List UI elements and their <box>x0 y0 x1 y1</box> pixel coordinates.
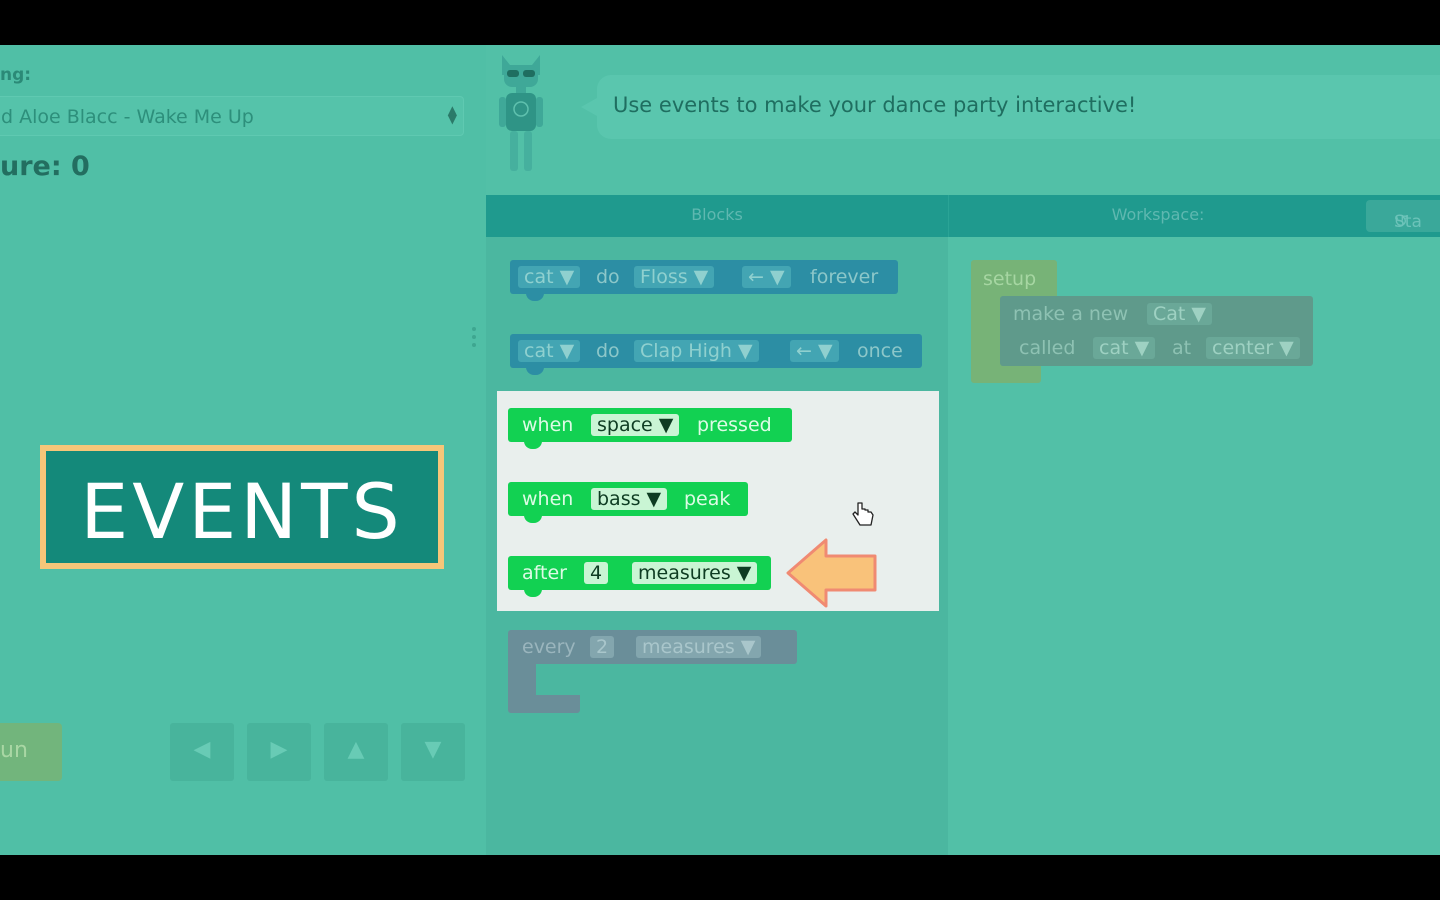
every-block-side <box>508 662 536 698</box>
location-dropdown[interactable]: center ▼ <box>1206 337 1300 359</box>
up-arrow-button[interactable]: ▲ <box>324 723 388 781</box>
direction-dropdown[interactable]: ← ▼ <box>742 266 791 288</box>
left-arrow-icon: ◀ <box>193 737 211 762</box>
speech-bubble: Use events to make your dance party inte… <box>597 75 1440 139</box>
block-text: after <box>522 562 567 584</box>
sprite-dropdown[interactable]: cat ▼ <box>518 266 581 288</box>
block-text: forever <box>810 266 879 288</box>
block-text: make a new <box>1013 303 1129 325</box>
block-text: called <box>1019 337 1076 359</box>
right-arrow-button[interactable]: ▶ <box>247 723 311 781</box>
song-select-value: d Aloe Blacc - Wake Me Up <box>1 106 254 128</box>
block-text: do <box>596 340 620 362</box>
measures-number-input[interactable]: 4 <box>584 562 609 584</box>
peak-dropdown[interactable]: bass ▼ <box>591 488 668 510</box>
after-measures-block[interactable]: after 4 measures ▼ <box>508 556 771 597</box>
measures-dropdown[interactable]: measures ▼ <box>636 636 762 658</box>
every-measures-block[interactable]: every 2 measures ▼ <box>508 630 797 664</box>
setup-label: setup <box>983 268 1037 290</box>
letterbox-top <box>0 0 1440 45</box>
setup-block[interactable]: setup <box>971 260 1057 300</box>
down-arrow-button[interactable]: ▼ <box>401 723 465 781</box>
block-text: do <box>596 266 620 288</box>
panel-resize-handle[interactable] <box>472 327 478 353</box>
dance-forever-block[interactable]: cat ▼ do Floss ▼ ← ▼ forever <box>510 260 898 301</box>
measures-dropdown[interactable]: measures ▼ <box>632 562 758 584</box>
workspace-header: Workspace: <box>1111 205 1205 224</box>
hand-cursor-icon <box>852 502 874 526</box>
key-dropdown[interactable]: space ▼ <box>591 414 680 436</box>
speech-bubble-tail <box>581 98 597 116</box>
sprite-dropdown[interactable]: cat ▼ <box>518 340 581 362</box>
block-text: pressed <box>697 414 772 436</box>
events-title-card: EVENTS <box>40 445 444 569</box>
block-text: every <box>522 636 576 658</box>
block-text: when <box>522 488 574 510</box>
dance-once-block[interactable]: cat ▼ do Clap High ▼ ← ▼ once <box>510 334 922 375</box>
move-dropdown[interactable]: Clap High ▼ <box>634 340 759 362</box>
right-arrow-icon: ▶ <box>270 737 288 762</box>
left-arrow-button[interactable]: ◀ <box>170 723 234 781</box>
select-arrows-icon: ▲ ▼ <box>447 103 457 126</box>
measures-number-input[interactable]: 2 <box>590 636 615 658</box>
pointer-arrow-icon <box>786 538 877 608</box>
every-block-foot <box>508 695 580 713</box>
run-button[interactable]: un <box>0 723 62 781</box>
block-text: peak <box>684 488 731 510</box>
song-select[interactable]: d Aloe Blacc - Wake Me Up ▲ ▼ <box>0 96 464 136</box>
video-frame: ng: d Aloe Blacc - Wake Me Up ▲ ▼ ure: 0 … <box>0 45 1440 855</box>
instructions-text: Use events to make your dance party inte… <box>613 93 1137 117</box>
blocks-header: Blocks <box>691 205 743 224</box>
sprite-type-dropdown[interactable]: Cat ▼ <box>1147 303 1213 325</box>
block-text: when <box>522 414 574 436</box>
up-arrow-icon: ▲ <box>347 737 365 762</box>
letterbox-bottom <box>0 855 1440 900</box>
when-key-pressed-block[interactable]: when space ▼ pressed <box>508 408 792 449</box>
song-label: ng: <box>0 65 32 85</box>
setup-block-side <box>971 295 1001 375</box>
block-text: once <box>857 340 903 362</box>
bot-character-icon <box>499 55 543 171</box>
sprite-name-dropdown[interactable]: cat ▼ <box>1093 337 1156 359</box>
start-over-button[interactable]: ↺ Sta <box>1366 200 1440 232</box>
when-bass-peak-block[interactable]: when bass ▼ peak <box>508 482 748 523</box>
direction-dropdown[interactable]: ← ▼ <box>790 340 839 362</box>
make-new-sprite-block[interactable]: make a new Cat ▼ called cat ▼ at center … <box>1000 296 1313 366</box>
down-arrow-icon: ▼ <box>424 737 442 762</box>
move-dropdown[interactable]: Floss ▼ <box>634 266 715 288</box>
score-label: ure: 0 <box>0 151 90 182</box>
block-text: at <box>1172 337 1192 359</box>
events-title: EVENTS <box>80 467 404 556</box>
setup-block-foot <box>971 365 1041 383</box>
run-button-label: un <box>0 738 28 763</box>
